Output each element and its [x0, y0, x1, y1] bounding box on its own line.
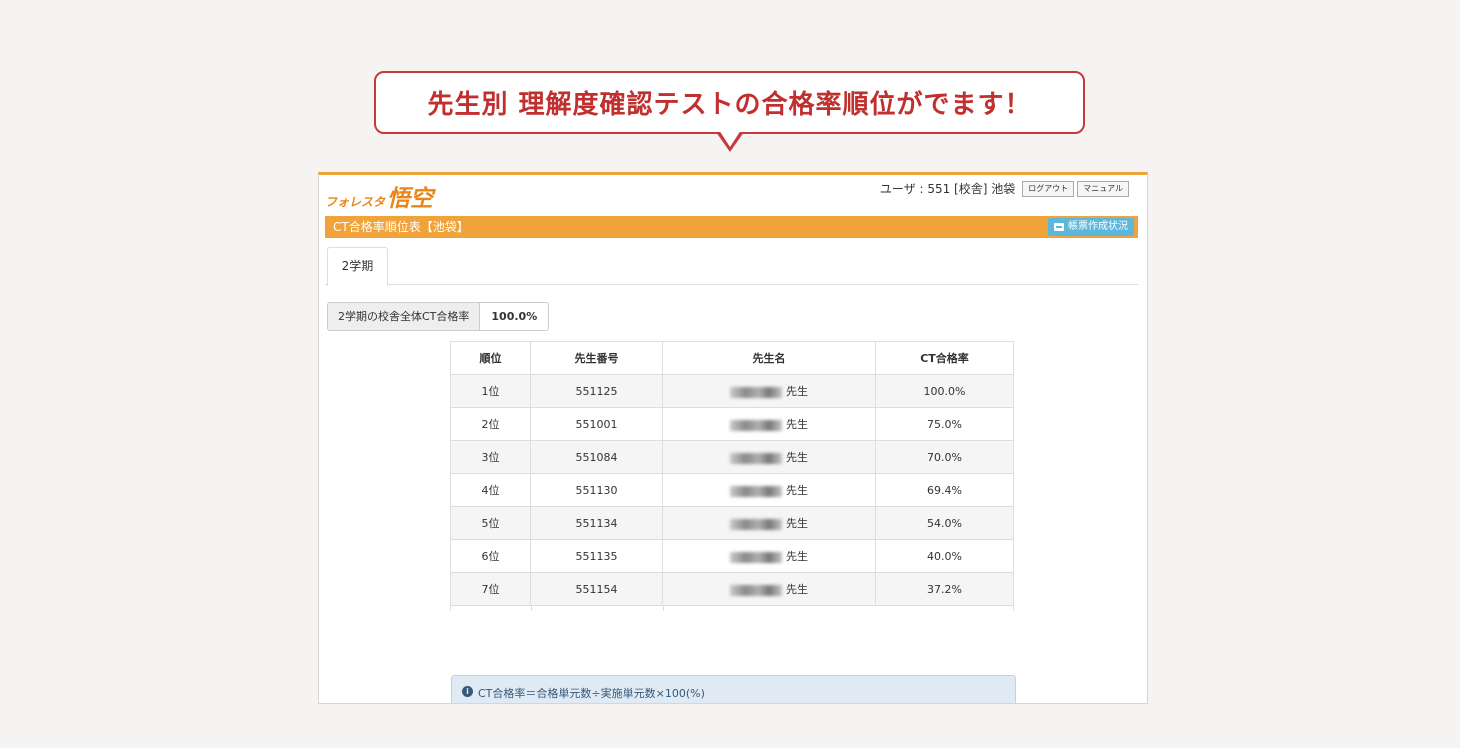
ct-rate-cell: 37.2% — [875, 572, 1014, 606]
blurred-name — [730, 485, 782, 497]
rank-cell: 1位 — [450, 374, 531, 408]
logo-sub: フォレスタ — [325, 195, 386, 209]
teacher-number-cell: 551001 — [530, 407, 663, 441]
table-row: 7位 551154 先生 37.2% — [450, 572, 1014, 606]
teacher-name-cell: 先生 — [662, 572, 876, 606]
ct-rate-cell: 40.0% — [875, 539, 1014, 573]
table-row: 3位 551084 先生 70.0% — [450, 440, 1014, 474]
logo: フォレスタ悟空 — [325, 179, 433, 213]
teacher-name-cell: 先生 — [662, 440, 876, 474]
overall-rate-box: 2学期の校舎全体CT合格率 100.0% — [327, 302, 550, 331]
teacher-number-cell: 551135 — [530, 539, 663, 573]
header-rank: 順位 — [450, 341, 531, 375]
blurred-name — [730, 419, 782, 431]
blurred-name — [730, 452, 782, 464]
teacher-number-cell: 551125 — [530, 374, 663, 408]
teacher-number-cell: 551084 — [530, 440, 663, 474]
header-ct-rate: CT合格率 — [875, 341, 1014, 375]
ct-rate-cell: 70.0% — [875, 440, 1014, 474]
ranking-table: 順位 先生番号 先生名 CT合格率 1位 551125 先生 100.0% 2位 5510… — [450, 341, 1014, 606]
callout-tail-inner — [719, 130, 741, 147]
blurred-name — [730, 386, 782, 398]
report-status-label: 帳票作成状況 — [1068, 221, 1128, 232]
teacher-name-cell: 先生 — [662, 506, 876, 540]
header-teacher-number: 先生番号 — [530, 341, 663, 375]
rank-cell: 3位 — [450, 440, 531, 474]
teacher-number-cell: 551154 — [530, 572, 663, 606]
logout-button[interactable]: ログアウト — [1022, 180, 1075, 197]
teacher-name-cell: 先生 — [662, 407, 876, 441]
page-title: CT合格率順位表【池袋】 — [333, 220, 469, 234]
page-title-bar: CT合格率順位表【池袋】 帳票作成状況 — [325, 216, 1138, 238]
table-row: 1位 551125 先生 100.0% — [450, 374, 1014, 408]
table-row: 2位 551001 先生 75.0% — [450, 407, 1014, 441]
teacher-name-cell: 先生 — [662, 473, 876, 507]
callout-text: 先生別 理解度確認テストの合格率順位がでます！ — [427, 90, 1032, 120]
teacher-name-cell: 先生 — [662, 374, 876, 408]
teacher-number-cell: 551130 — [530, 473, 663, 507]
callout-bubble: 先生別 理解度確認テストの合格率順位がでます！ — [374, 71, 1085, 134]
overall-rate-value: 100.0% — [480, 303, 549, 330]
rank-cell: 5位 — [450, 506, 531, 540]
info-icon: i — [462, 686, 473, 697]
blurred-name — [730, 551, 782, 563]
teacher-number-cell: 551134 — [530, 506, 663, 540]
table-continuation — [450, 605, 1014, 611]
rank-cell: 4位 — [450, 473, 531, 507]
term-tabs: 2学期 — [325, 245, 1138, 286]
report-status-button[interactable]: 帳票作成状況 — [1048, 218, 1134, 236]
blurred-name — [730, 584, 782, 596]
logo-main: 悟空 — [387, 185, 434, 212]
teacher-name-cell: 先生 — [662, 539, 876, 573]
manual-button[interactable]: マニュアル — [1077, 180, 1129, 197]
rank-cell: 7位 — [450, 572, 531, 606]
user-area: ユーザ : 551 [校舎] 池袋 ログアウト マニュアル — [880, 180, 1129, 197]
table-row: 5位 551134 先生 54.0% — [450, 506, 1014, 540]
user-info: ユーザ : 551 [校舎] 池袋 — [879, 182, 1016, 196]
honorific: 先生 — [786, 517, 808, 530]
app-header: フォレスタ悟空 ユーザ : 551 [校舎] 池袋 ログアウト マニュアル — [319, 175, 1147, 213]
rank-cell: 6位 — [450, 539, 531, 573]
ct-rate-cell: 100.0% — [875, 374, 1014, 408]
ct-rate-cell: 54.0% — [875, 506, 1014, 540]
ct-rate-cell: 69.4% — [875, 473, 1014, 507]
tab-term-2[interactable]: 2学期 — [327, 247, 388, 286]
table-row: 4位 551130 先生 69.4% — [450, 473, 1014, 507]
info-box: i CT合格率＝合格単元数÷実施単元数×100(%) — [451, 675, 1016, 703]
header-teacher-name: 先生名 — [662, 341, 876, 375]
table-row: 6位 551135 先生 40.0% — [450, 539, 1014, 573]
honorific: 先生 — [786, 385, 808, 398]
info-text: CT合格率＝合格単元数÷実施単元数×100(%) — [478, 687, 705, 700]
honorific: 先生 — [786, 418, 808, 431]
table-header-row: 順位 先生番号 先生名 CT合格率 — [450, 341, 1014, 375]
app-window: フォレスタ悟空 ユーザ : 551 [校舎] 池袋 ログアウト マニュアル CT… — [318, 172, 1148, 704]
honorific: 先生 — [786, 550, 808, 563]
honorific: 先生 — [786, 484, 808, 497]
ct-rate-cell: 75.0% — [875, 407, 1014, 441]
honorific: 先生 — [786, 451, 808, 464]
honorific: 先生 — [786, 583, 808, 596]
overall-rate-label: 2学期の校舎全体CT合格率 — [328, 303, 481, 330]
rank-cell: 2位 — [450, 407, 531, 441]
blurred-name — [730, 518, 782, 530]
printer-icon — [1054, 223, 1064, 231]
